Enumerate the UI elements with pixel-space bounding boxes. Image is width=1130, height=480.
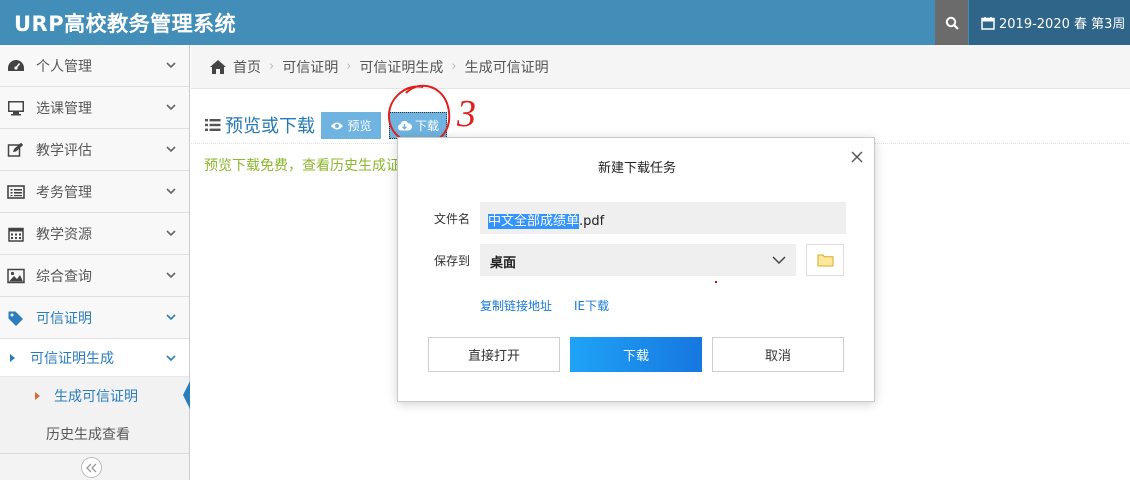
- sidebar-item-course[interactable]: 选课管理: [0, 87, 189, 129]
- sidebar-item-label: 选课管理: [36, 100, 92, 117]
- saveto-select[interactable]: 桌面: [480, 244, 796, 276]
- download-button[interactable]: 下载: [389, 112, 447, 139]
- filename-label: 文件名: [434, 212, 471, 226]
- sidebar-item-label: 综合查询: [36, 268, 92, 285]
- chevron-down-icon: [166, 355, 176, 362]
- sidebar-subitem-label: 历史生成查看: [46, 427, 130, 443]
- breadcrumb-separator: ›: [451, 59, 457, 74]
- sidebar-collapse-button[interactable]: [81, 457, 102, 478]
- desktop-icon: [6, 98, 26, 118]
- dialog-close-button[interactable]: [849, 149, 865, 165]
- cancel-button[interactable]: 取消: [712, 337, 844, 372]
- double-chevron-left-icon: [86, 463, 97, 472]
- sidebar-item-evaluation[interactable]: 教学评估: [0, 129, 189, 171]
- sidebar-item-query[interactable]: 综合查询: [0, 255, 189, 297]
- chevron-down-icon: [166, 314, 176, 321]
- breadcrumb-separator: ›: [269, 59, 275, 74]
- breadcrumb-home[interactable]: 首页: [209, 57, 261, 77]
- sidebar: 个人管理 选课管理 教学评估 考务管理 教学资源 综合查询 可信证明 可信证明生…: [0, 45, 190, 480]
- sidebar-subitem-history[interactable]: 历史生成查看: [0, 415, 189, 453]
- page-title: 预览或下载: [205, 112, 315, 138]
- filename-extension: .pdf: [579, 214, 605, 229]
- breadcrumb-item: 首页: [233, 59, 261, 76]
- term-indicator[interactable]: 2019-2020 春 第3周 星: [969, 0, 1130, 45]
- sidebar-item-personal[interactable]: 个人管理: [0, 45, 189, 87]
- breadcrumb: 首页 › 可信证明 › 可信证明生成 › 生成可信证明: [191, 45, 1130, 89]
- dialog-title: 新建下载任务: [597, 161, 676, 176]
- filename-field[interactable]: 中文全部成绩单.pdf: [480, 202, 846, 234]
- sidebar-item-resources[interactable]: 教学资源: [0, 213, 189, 255]
- chevron-down-icon: [166, 272, 176, 279]
- saveto-label: 保存到: [434, 254, 471, 268]
- search-button[interactable]: [935, 0, 968, 45]
- calendar-icon: [981, 17, 995, 30]
- preview-button-label: 预览: [347, 119, 372, 133]
- breadcrumb-item-current: 生成可信证明: [464, 59, 549, 76]
- sidebar-item-label: 教学资源: [36, 226, 92, 243]
- list-alt-icon: [6, 182, 26, 202]
- caret-right-icon: [35, 392, 40, 400]
- folder-icon: [817, 254, 833, 267]
- caret-right-icon: [10, 354, 15, 362]
- eye-icon: [331, 122, 344, 129]
- copy-link-link[interactable]: 复制链接地址: [480, 297, 552, 314]
- sidebar-item-exam[interactable]: 考务管理: [0, 171, 189, 213]
- sidebar-collapse-bar: [0, 453, 189, 480]
- sidebar-item-label: 考务管理: [36, 184, 92, 201]
- brand-title[interactable]: URP高校教务管理系统: [14, 8, 236, 38]
- tag-icon: [6, 308, 26, 328]
- preview-button[interactable]: 预览: [321, 112, 381, 139]
- sidebar-item-label: 教学评估: [36, 142, 92, 159]
- sidebar-subitem-label: 可信证明生成: [30, 350, 114, 367]
- ie-download-link[interactable]: IE下载: [574, 297, 609, 314]
- sidebar-subitem-generate[interactable]: 生成可信证明: [0, 377, 190, 415]
- download-dialog: 新建下载任务 文件名 中文全部成绩单.pdf 保存到 桌面 复制链接地址 IE下…: [397, 137, 875, 402]
- info-note: 预览下载免费，查看历史生成证: [204, 158, 400, 174]
- breadcrumb-separator: ›: [346, 59, 352, 74]
- calendar-icon: [6, 224, 26, 244]
- chevron-down-icon: [166, 146, 176, 153]
- chevron-down-icon: [166, 104, 176, 111]
- chevron-down-icon: [166, 62, 176, 69]
- stray-mark: [715, 281, 717, 283]
- chevron-down-icon: [166, 230, 176, 237]
- cloud-download-icon: [398, 120, 412, 130]
- filename-selected-text: 中文全部成绩单: [488, 214, 580, 229]
- page-header: 预览或下载 预览 下载: [191, 90, 1130, 144]
- dashboard-icon: [6, 56, 26, 76]
- chevron-down-icon: [772, 256, 786, 265]
- browse-folder-button[interactable]: [806, 244, 844, 276]
- picture-icon: [6, 266, 26, 286]
- download-button-label: 下载: [414, 119, 439, 133]
- sidebar-subitem-label: 生成可信证明: [54, 389, 138, 405]
- breadcrumb-item[interactable]: 可信证明生成: [359, 57, 443, 77]
- chevron-down-icon: [166, 188, 176, 195]
- search-icon: [945, 16, 959, 30]
- home-icon: [210, 59, 226, 74]
- sidebar-subitem-credential-gen[interactable]: 可信证明生成: [0, 339, 189, 377]
- open-directly-button[interactable]: 直接打开: [428, 337, 560, 372]
- sidebar-item-credential[interactable]: 可信证明: [0, 297, 189, 339]
- page-title-text: 预览或下载: [225, 116, 315, 137]
- close-icon: [851, 151, 863, 163]
- term-text: 2019-2020 春 第3周 星: [999, 17, 1130, 32]
- list-icon: [205, 119, 221, 131]
- sidebar-item-label: 可信证明: [36, 310, 92, 327]
- top-navbar: URP高校教务管理系统 2019-2020 春 第3周 星: [0, 0, 1130, 45]
- breadcrumb-item[interactable]: 可信证明: [282, 57, 338, 77]
- sidebar-item-label: 个人管理: [36, 58, 92, 75]
- saveto-value: 桌面: [490, 256, 517, 271]
- edit-icon: [6, 140, 26, 160]
- confirm-download-button[interactable]: 下载: [570, 337, 702, 372]
